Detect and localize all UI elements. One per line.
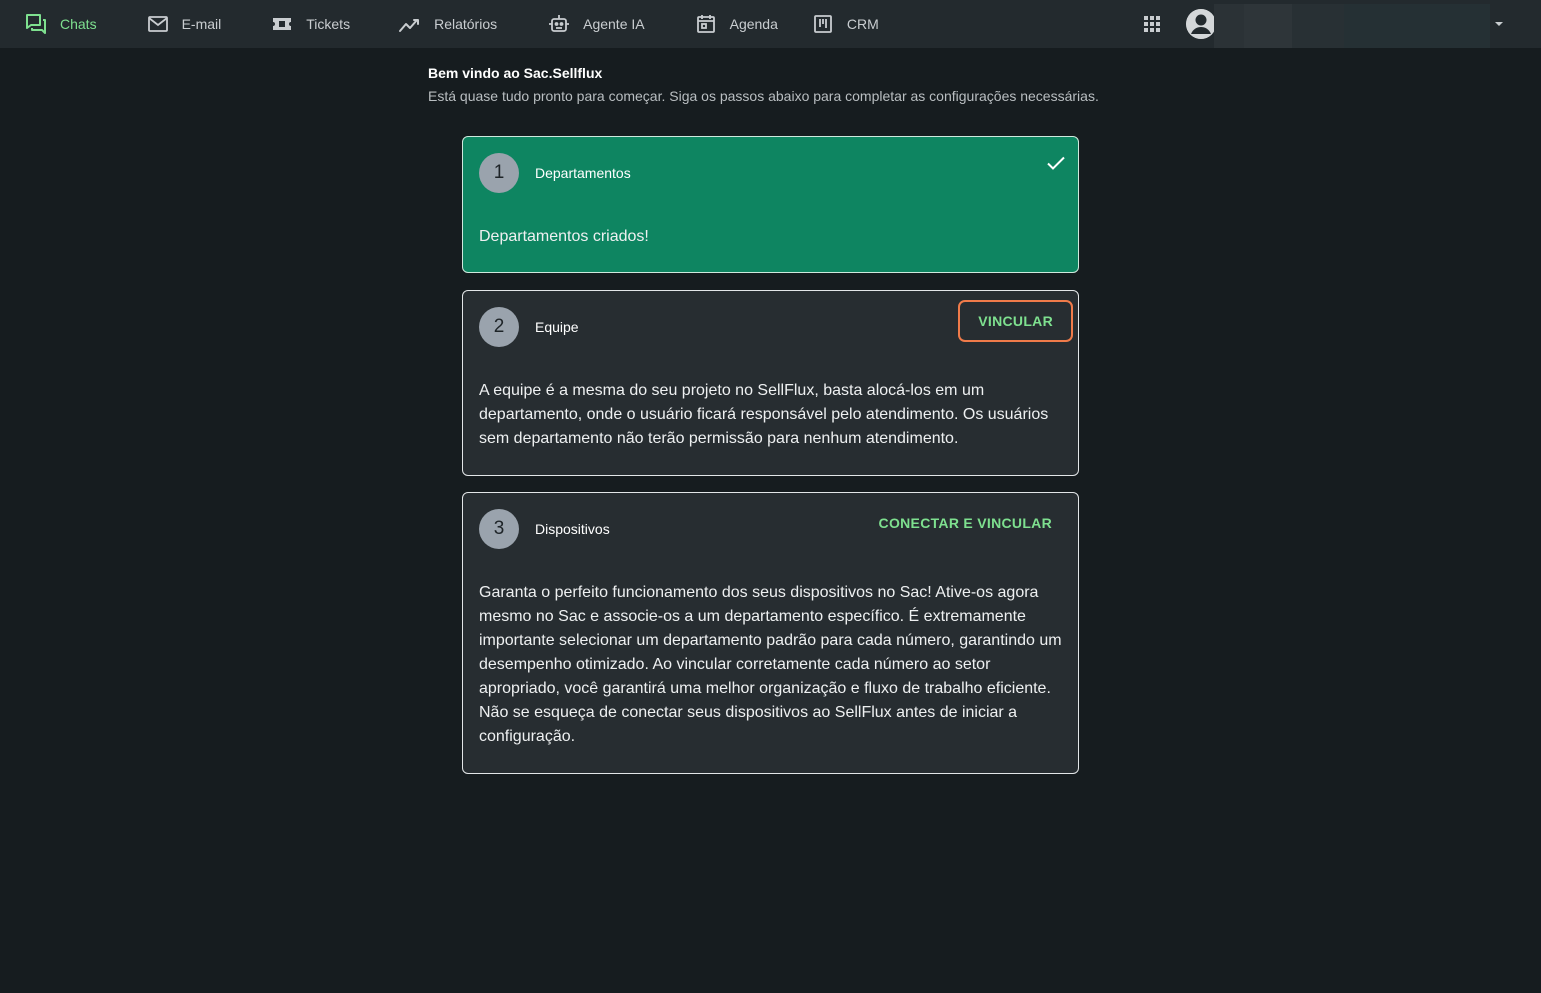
- nav-item-tickets[interactable]: Tickets: [270, 0, 350, 48]
- conectar-e-vincular-button[interactable]: CONECTAR E VINCULAR: [861, 503, 1070, 543]
- step-card-dispositivos: 3 Dispositivos CONECTAR E VINCULAR Garan…: [462, 492, 1079, 774]
- page-subtitle: Está quase tudo pronto para começar. Sig…: [428, 88, 1099, 104]
- step-number-badge: 1: [479, 153, 519, 193]
- header-actions: [1140, 0, 1216, 48]
- top-navigation-bar: Chats E-mail Tickets Relatórios Agente I…: [0, 0, 1541, 48]
- step-description: Garanta o perfeito funcionamento dos seu…: [479, 584, 1062, 745]
- nav-label: E-mail: [181, 16, 222, 32]
- check-icon: [1047, 156, 1065, 170]
- robot-icon: [547, 12, 571, 36]
- page-title: Bem vindo ao Sac.Sellflux: [428, 65, 603, 81]
- step-header: 3 Dispositivos CONECTAR E VINCULAR: [463, 493, 1078, 565]
- main-nav: Chats E-mail Tickets Relatórios Agente I…: [0, 0, 879, 48]
- step-number-badge: 3: [479, 509, 519, 549]
- step-number-badge: 2: [479, 307, 519, 347]
- calendar-icon: [694, 12, 718, 36]
- step-description: Departamentos criados!: [479, 228, 649, 245]
- step-title: Departamentos: [535, 165, 631, 181]
- nav-label: Chats: [60, 16, 97, 32]
- step-title: Equipe: [535, 319, 579, 335]
- step-header: 1 Departamentos: [463, 137, 1078, 209]
- ticket-icon: [270, 12, 294, 36]
- nav-item-agenda[interactable]: Agenda: [694, 0, 778, 48]
- step-title: Dispositivos: [535, 521, 610, 537]
- chat-bubbles-icon: [24, 12, 48, 36]
- nav-label: Agente IA: [583, 16, 645, 32]
- step-card-departamentos: 1 Departamentos Departamentos criados!: [462, 136, 1079, 273]
- nav-label: CRM: [846, 16, 879, 32]
- apps-grid-icon[interactable]: [1140, 12, 1164, 36]
- step-card-equipe: 2 Equipe VINCULAR A equipe é a mesma do …: [462, 290, 1079, 476]
- nav-label: Agenda: [729, 16, 778, 32]
- chevron-down-icon[interactable]: [1490, 15, 1508, 33]
- step-header: 2 Equipe VINCULAR: [463, 291, 1078, 363]
- chart-line-icon: [398, 12, 422, 36]
- nav-item-relatorios[interactable]: Relatórios: [398, 0, 497, 48]
- nav-item-crm[interactable]: CRM: [811, 0, 879, 48]
- nav-label: Tickets: [306, 16, 351, 32]
- kanban-icon: [811, 12, 835, 36]
- nav-label: Relatórios: [434, 16, 498, 32]
- account-info-redacted[interactable]: [1214, 4, 1490, 48]
- nav-item-agente-ia[interactable]: Agente IA: [547, 0, 645, 48]
- step-description: A equipe é a mesma do seu projeto no Sel…: [479, 382, 1049, 447]
- mail-icon: [146, 12, 170, 36]
- account-circle-icon[interactable]: [1186, 9, 1216, 39]
- vincular-button[interactable]: VINCULAR: [958, 300, 1073, 342]
- nav-item-email[interactable]: E-mail: [146, 0, 222, 48]
- nav-item-chats[interactable]: Chats: [24, 0, 97, 48]
